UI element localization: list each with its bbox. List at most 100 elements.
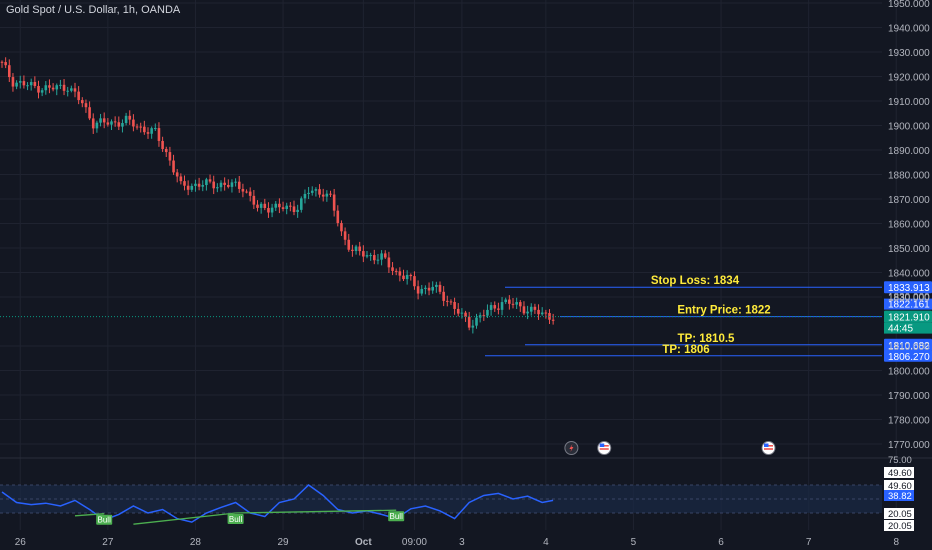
candle-body-29 <box>106 122 110 125</box>
candle-body-99 <box>362 251 365 257</box>
candle-body-36 <box>132 119 135 127</box>
candle-body-68 <box>248 191 252 196</box>
candle-body-72 <box>263 203 267 209</box>
candle-body-49 <box>179 176 183 182</box>
candle-body-71 <box>259 203 263 208</box>
candle-body-136 <box>497 308 500 310</box>
candle-body-122 <box>446 300 449 302</box>
candle-body-101 <box>369 255 372 257</box>
time-tick-2: 28 <box>190 537 202 548</box>
candle-body-57 <box>208 179 212 182</box>
time-tick-8: 5 <box>631 537 637 548</box>
candle-body-61 <box>223 182 226 185</box>
candle-body-45 <box>164 148 168 153</box>
candle-body-39 <box>143 126 146 133</box>
price-tick-11: 1840.000 <box>888 269 930 280</box>
price-tick-9: 1860.000 <box>888 220 930 231</box>
candle-body-114 <box>416 286 420 294</box>
candle-body-135 <box>493 305 497 309</box>
candle-body-111 <box>405 274 409 280</box>
candle-body-86 <box>314 189 318 191</box>
price-axis[interactable]: 1950.000 1940.000 1930.000 1920.000 1910.000… <box>888 0 930 451</box>
candle-body-93 <box>340 223 343 232</box>
candle-body-121 <box>442 291 445 301</box>
price-tick-2: 1930.000 <box>888 48 930 59</box>
candle-body-90 <box>329 193 332 195</box>
us-flag-icon <box>761 441 776 455</box>
candle-body-104 <box>380 253 383 260</box>
candle-body-46 <box>168 152 172 161</box>
candle-body-67 <box>245 191 248 193</box>
candle-body-4 <box>15 82 18 87</box>
candle-body-92 <box>336 210 340 224</box>
candle-body-8 <box>29 82 33 86</box>
price-tick-5: 1900.000 <box>888 122 930 133</box>
candle-body-107 <box>391 267 394 271</box>
candle-body-87 <box>318 189 321 195</box>
candle-body-129 <box>471 325 475 328</box>
candle-body-62 <box>227 184 230 187</box>
candle-body-149 <box>544 312 548 314</box>
candle-body-66 <box>241 188 245 192</box>
rsi-badge-5: 20.05 <box>888 521 912 532</box>
chart-title: Gold Spot / U.S. Dollar, 1h, OANDA <box>6 4 181 16</box>
price-tick-4: 1910.000 <box>888 97 930 108</box>
lightning-icon <box>564 441 579 455</box>
candle-body-25 <box>91 118 95 129</box>
candle-body-3 <box>11 77 15 87</box>
candle-body-80 <box>292 206 296 213</box>
candle-body-60 <box>219 182 223 188</box>
candle-body-7 <box>26 85 29 87</box>
candle-body-31 <box>113 121 117 123</box>
candle-body-75 <box>274 203 278 208</box>
rsi-badge-0: 75.00 <box>888 455 912 466</box>
time-tick-5: 09:00 <box>402 537 427 548</box>
price-chart[interactable]: Stop Loss: 18341833.913Entry Price: 1822… <box>0 0 932 550</box>
level-badge-1: 1821.910 <box>888 313 930 324</box>
candle-body-124 <box>453 301 456 309</box>
candle-body-16 <box>59 84 62 86</box>
candle-body-105 <box>383 253 387 258</box>
candle-body-95 <box>347 239 351 250</box>
candle-body-144 <box>526 311 529 314</box>
candle-body-37 <box>135 126 139 128</box>
candle-body-89 <box>325 193 329 197</box>
candle-body-130 <box>475 317 478 326</box>
candle-body-125 <box>456 308 460 314</box>
time-tick-6: 3 <box>459 537 465 548</box>
candle-body-2 <box>8 65 11 78</box>
candle-body-50 <box>183 181 186 186</box>
candle-body-134 <box>489 305 493 310</box>
time-axis[interactable]: 26272829Oct09:003456789 <box>15 537 932 548</box>
candle-body-58 <box>212 181 215 189</box>
candle-body-77 <box>281 207 285 209</box>
candle-body-113 <box>413 276 416 287</box>
price-tick-15: 1790.000 <box>888 391 930 402</box>
candle-body-53 <box>194 183 197 186</box>
candle-body-1 <box>4 62 7 66</box>
candle-body-118 <box>431 286 434 291</box>
price-tick-16: 1780.000 <box>888 416 930 427</box>
candle-body-18 <box>66 90 69 92</box>
candle-body-59 <box>216 187 219 189</box>
candle-body-108 <box>394 270 398 272</box>
candle-body-38 <box>139 126 142 128</box>
rsi-pane[interactable]: Bull Bull Bull75.0049.6049.6038.8220.0520.… <box>0 455 914 532</box>
divergence-label-1: Bull <box>229 515 243 524</box>
candle-body-82 <box>300 198 303 210</box>
candle-body-85 <box>310 190 314 193</box>
candle-body-74 <box>270 207 274 213</box>
rsi-badge-3: 38.82 <box>888 491 912 502</box>
candle-body-42 <box>154 128 157 130</box>
time-tick-1: 27 <box>102 537 114 548</box>
candle-body-17 <box>62 84 66 91</box>
candle-body-56 <box>205 179 208 186</box>
candle-body-81 <box>296 209 299 213</box>
level-label-3: TP: 1806 <box>662 344 709 356</box>
candle-body-139 <box>508 299 511 304</box>
price-tick-17: 1770.000 <box>888 440 930 451</box>
level-label-1: Entry Price: 1822 <box>677 305 770 317</box>
candle-body-33 <box>121 123 124 127</box>
rsi-badge-4: 20.05 <box>888 509 912 520</box>
candle-body-109 <box>398 271 402 276</box>
